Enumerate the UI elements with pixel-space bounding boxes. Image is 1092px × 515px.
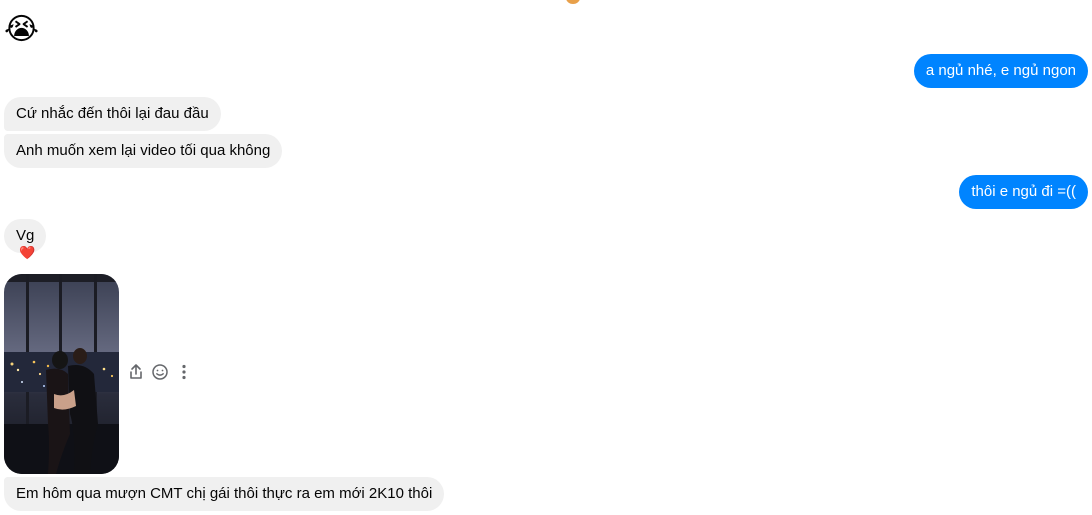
photo-night-window-couple — [4, 274, 119, 474]
outgoing-message-bubble[interactable]: thôi e ngủ đi =(( — [959, 175, 1088, 209]
seen-avatar — [566, 0, 580, 4]
incoming-message-bubble[interactable]: Em hôm qua mượn CMT chị gái thôi thực ra… — [4, 477, 445, 511]
heart-reaction-icon[interactable]: ❤️ — [19, 246, 35, 262]
smiley-icon[interactable] — [150, 362, 170, 382]
incoming-message-bubble[interactable]: Cứ nhắc đến thôi lại đau đầu — [4, 97, 221, 131]
share-icon[interactable] — [126, 362, 146, 382]
outgoing-message-bubble[interactable]: a ngủ nhé, e ngủ ngon — [913, 54, 1088, 88]
crying-emoji-message: 😭 — [4, 12, 40, 47]
incoming-message-bubble[interactable]: Anh muốn xem lại video tối qua không — [4, 134, 283, 168]
photo-message[interactable] — [4, 274, 119, 474]
more-vertical-icon[interactable] — [174, 362, 194, 382]
